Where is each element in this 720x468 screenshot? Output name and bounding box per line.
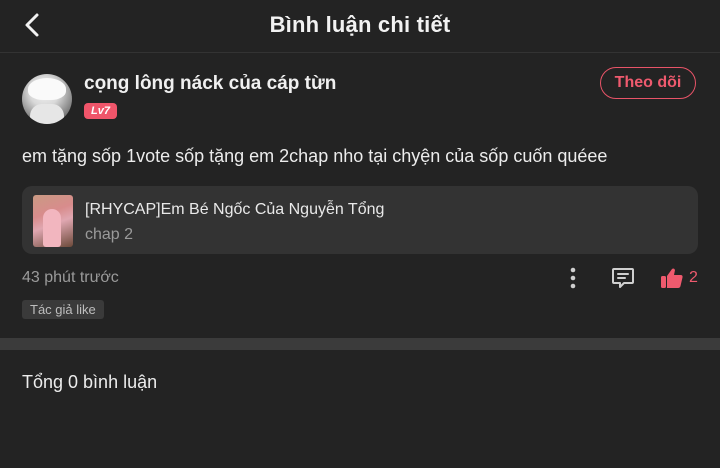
- avatar[interactable]: [22, 74, 72, 124]
- follow-button[interactable]: Theo dõi: [600, 67, 696, 99]
- total-comments: Tổng 0 bình luận: [22, 372, 158, 392]
- comment-icon: [612, 268, 634, 288]
- more-vertical-icon: [570, 267, 576, 289]
- story-thumbnail: [33, 195, 73, 247]
- section-divider: [0, 338, 720, 350]
- comment-timestamp: 43 phút trước: [22, 269, 119, 286]
- author-like-tag: Tác giả like: [22, 300, 104, 319]
- story-chapter: chap 2: [85, 226, 134, 243]
- username[interactable]: cọng lông náck của cáp từn: [84, 73, 336, 95]
- comment-text: em tặng sốp 1vote sốp tặng em 2chap nho …: [22, 146, 608, 166]
- level-badge: Lv7: [84, 103, 117, 119]
- reply-button[interactable]: [610, 266, 636, 290]
- page-title: Bình luận chi tiết: [269, 12, 451, 37]
- story-card[interactable]: [RHYCAP]Em Bé Ngốc Của Nguyễn Tổng chap …: [22, 186, 698, 254]
- like-count: 2: [689, 269, 698, 286]
- thumbs-up-icon: [661, 268, 683, 288]
- more-options-button[interactable]: [563, 266, 583, 290]
- story-title: [RHYCAP]Em Bé Ngốc Của Nguyễn Tổng: [85, 201, 385, 218]
- header-bar: Bình luận chi tiết: [0, 0, 720, 53]
- like-button[interactable]: 2: [660, 266, 698, 290]
